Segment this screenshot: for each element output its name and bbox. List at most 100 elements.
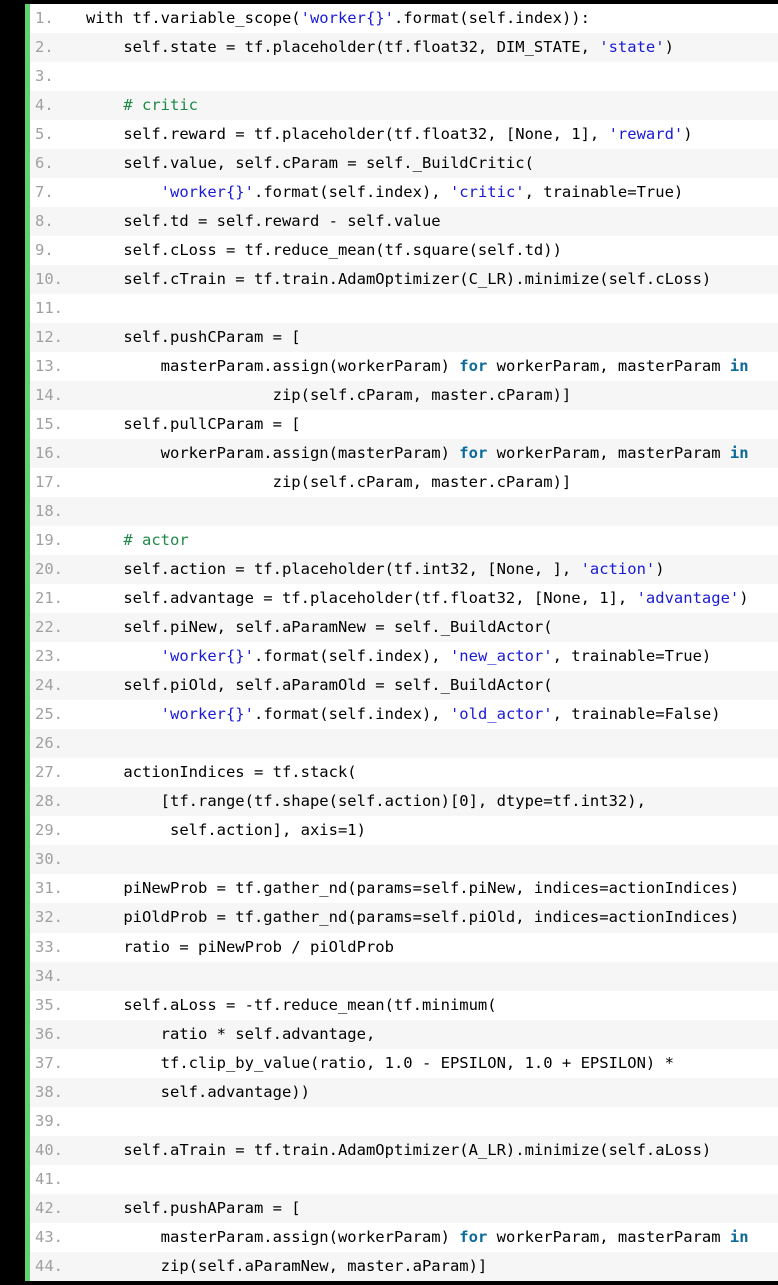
token-string: 'worker{}' <box>300 9 394 27</box>
token-plain: ratio * self.advantage, <box>86 1024 376 1043</box>
token-string: 'worker{}' <box>160 647 254 666</box>
token-plain: self.action = tf.placeholder(tf.int32, [… <box>86 560 581 579</box>
token-plain: , trainable=True) <box>524 183 684 202</box>
code-text: [tf.range(tf.shape(self.action)[0], dtyp… <box>86 792 646 810</box>
code-line[interactable]: 39. <box>30 1106 778 1136</box>
token-plain: , trainable=False) <box>552 705 721 724</box>
code-line[interactable]: 20. self.action = tf.placeholder(tf.int3… <box>30 555 778 585</box>
code-line[interactable]: 11. <box>30 294 778 324</box>
token-plain: workerParam.assign(masterParam) <box>86 444 460 463</box>
line-number: 27. <box>35 763 63 782</box>
code-text: 'worker{}'.format(self.index), 'critic',… <box>86 183 684 202</box>
code-text: self.reward = tf.placeholder(tf.float32,… <box>86 125 692 144</box>
code-line[interactable]: 31. piNewProb = tf.gather_nd(params=self… <box>30 874 778 904</box>
code-line[interactable]: 8. self.td = self.reward - self.value <box>30 207 778 237</box>
code-line[interactable]: 15. self.pullCParam = [ <box>30 410 778 440</box>
code-text: zip(self.cParam, master.cParam)] <box>86 386 572 405</box>
token-string: 'worker{}' <box>160 705 254 724</box>
code-surface[interactable]: 1. with tf.variable_scope('worker{}'.form… <box>30 4 778 1281</box>
code-line[interactable]: 34. <box>30 961 778 991</box>
code-line[interactable]: 16. workerParam.assign(masterParam) for … <box>30 439 778 469</box>
code-text: piOldProb = tf.gather_nd(params=self.piO… <box>86 908 739 926</box>
token-string: 'state' <box>599 38 665 57</box>
code-line[interactable]: 29. self.action], axis=1) <box>30 816 778 846</box>
code-line[interactable]: 14. zip(self.cParam, master.cParam)] <box>30 381 778 411</box>
line-number: 36. <box>35 1024 63 1043</box>
line-number: 15. <box>35 415 63 434</box>
code-text: self.piOld, self.aParamOld = self._Build… <box>86 676 552 694</box>
line-number: 21. <box>35 589 63 608</box>
token-plain: self.pushAParam = [ <box>86 1198 301 1217</box>
line-number: 44. <box>35 1256 63 1275</box>
code-line[interactable]: 19. # actor <box>30 526 778 556</box>
code-line[interactable]: 2. self.state = tf.placeholder(tf.float3… <box>30 33 778 63</box>
line-number: 34. <box>35 966 63 985</box>
code-text: self.cLoss = tf.reduce_mean(tf.square(se… <box>86 241 562 259</box>
code-line[interactable]: 18. <box>30 497 778 527</box>
line-number: 41. <box>35 1169 63 1188</box>
line-number: 38. <box>35 1082 63 1101</box>
code-line[interactable]: 24. self.piOld, self.aParamOld = self._B… <box>30 671 778 701</box>
token-string: 'reward' <box>608 125 684 144</box>
code-line[interactable]: 38. self.advantage)) <box>30 1077 778 1107</box>
line-number: 40. <box>35 1140 63 1159</box>
token-plain: masterParam.assign(workerParam) <box>86 1227 460 1246</box>
code-text: 'worker{}'.format(self.index), 'new_acto… <box>86 647 712 666</box>
code-line[interactable]: 21. self.advantage = tf.placeholder(tf.f… <box>30 584 778 614</box>
code-line[interactable]: 10. self.cTrain = tf.train.AdamOptimizer… <box>30 265 778 295</box>
code-line[interactable]: 4. # critic <box>30 91 778 121</box>
code-line[interactable]: 42. self.pushAParam = [ <box>30 1193 778 1223</box>
code-line[interactable]: 40. self.aTrain = tf.train.AdamOptimizer… <box>30 1135 778 1165</box>
token-plain: self.cTrain = tf.train.AdamOptimizer(C_L… <box>86 270 712 289</box>
code-line[interactable]: 17. zip(self.cParam, master.cParam)] <box>30 468 778 498</box>
code-line[interactable]: 12. self.pushCParam = [ <box>30 323 778 353</box>
token-string: 'action' <box>580 560 656 579</box>
code-text: masterParam.assign(workerParam) for work… <box>86 1228 749 1246</box>
code-viewer: 1. with tf.variable_scope('worker{}'.form… <box>0 0 778 1285</box>
code-line[interactable]: 26. <box>30 729 778 759</box>
token-plain: piOldProb = tf.gather_nd(params=self.piO… <box>86 908 740 927</box>
code-line[interactable]: 35. self.aLoss = -tf.reduce_mean(tf.mini… <box>30 990 778 1020</box>
token-plain: workerParam, masterParam <box>487 444 730 463</box>
code-text: self.pullCParam = [ <box>86 415 300 433</box>
token-plain: zip(self.cParam, master.cParam)] <box>86 386 572 405</box>
code-line[interactable]: 22. self.piNew, self.aParamNew = self._B… <box>30 613 778 643</box>
code-line[interactable]: 41. <box>30 1164 778 1194</box>
line-number: 17. <box>35 473 63 492</box>
code-line[interactable]: 6. self.value, self.cParam = self._Build… <box>30 149 778 179</box>
line-number: 24. <box>35 676 63 695</box>
code-line[interactable]: 28. [tf.range(tf.shape(self.action)[0], … <box>30 787 778 817</box>
code-line[interactable]: 5. self.reward = tf.placeholder(tf.float… <box>30 120 778 150</box>
code-line[interactable]: 37. tf.clip_by_value(ratio, 1.0 - EPSILO… <box>30 1048 778 1078</box>
code-line[interactable]: 9. self.cLoss = tf.reduce_mean(tf.square… <box>30 236 778 266</box>
code-text: piNewProb = tf.gather_nd(params=self.piN… <box>86 879 739 897</box>
token-plain: .format(self.index), <box>253 183 450 202</box>
line-number: 11. <box>35 299 63 318</box>
line-number: 37. <box>35 1053 63 1072</box>
token-plain: piNewProb = tf.gather_nd(params=self.piN… <box>86 879 740 898</box>
code-text: self.state = tf.placeholder(tf.float32, … <box>86 38 674 56</box>
code-line[interactable]: 43. masterParam.assign(workerParam) for … <box>30 1222 778 1252</box>
code-text: with tf.variable_scope('worker{}'.format… <box>86 9 590 27</box>
code-line[interactable]: 32. piOldProb = tf.gather_nd(params=self… <box>30 903 778 933</box>
line-number: 23. <box>35 647 63 666</box>
code-line[interactable]: 44. zip(self.aParamNew, master.aParam)] <box>30 1251 778 1281</box>
code-text: ratio = piNewProb / piOldProb <box>86 938 394 956</box>
code-line[interactable]: 3. <box>30 62 778 92</box>
code-line[interactable]: 30. <box>30 845 778 875</box>
line-number: 30. <box>35 850 63 869</box>
token-plain: [tf.range(tf.shape(self.action)[0], dtyp… <box>86 792 646 811</box>
code-line[interactable]: 7. 'worker{}'.format(self.index), 'criti… <box>30 178 778 208</box>
line-number: 22. <box>35 618 63 637</box>
code-text: self.td = self.reward - self.value <box>86 212 440 230</box>
code-line[interactable]: 25. 'worker{}'.format(self.index), 'old_… <box>30 700 778 730</box>
code-line[interactable]: 23. 'worker{}'.format(self.index), 'new_… <box>30 642 778 672</box>
code-line[interactable]: 36. ratio * self.advantage, <box>30 1019 778 1049</box>
line-number: 14. <box>35 386 63 405</box>
code-line[interactable]: 33. ratio = piNewProb / piOldProb <box>30 932 778 962</box>
code-line[interactable]: 27. actionIndices = tf.stack( <box>30 758 778 788</box>
code-line[interactable]: 1. with tf.variable_scope('worker{}'.form… <box>30 4 778 34</box>
code-line[interactable]: 13. masterParam.assign(workerParam) for … <box>30 352 778 382</box>
token-keyword: in <box>729 357 749 376</box>
